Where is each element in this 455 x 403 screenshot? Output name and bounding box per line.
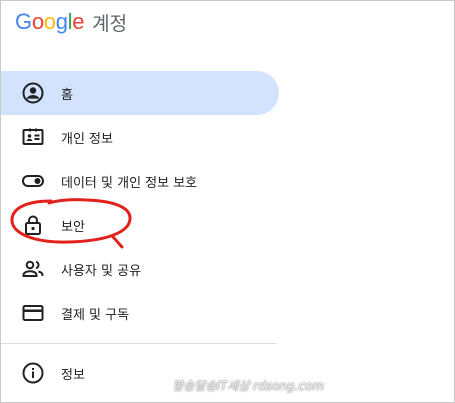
sidebar-item-payments[interactable]: 결제 및 구독 xyxy=(1,291,279,335)
toggle-icon xyxy=(21,169,45,193)
nav-divider xyxy=(1,343,277,344)
sidebar-item-label: 개인 정보 xyxy=(61,131,113,147)
info-icon xyxy=(21,361,45,385)
sidebar-item-label: 결제 및 구독 xyxy=(61,307,130,323)
app-header: Google 계정 xyxy=(15,7,127,37)
people-icon xyxy=(21,257,45,281)
sidebar-item-label: 사용자 및 공유 xyxy=(61,263,142,279)
home-person-icon xyxy=(21,81,45,105)
sidebar-item-label: 정보 xyxy=(61,367,85,383)
google-logo[interactable]: Google xyxy=(15,9,84,35)
sidebar-item-home[interactable]: 홈 xyxy=(1,71,279,115)
sidebar-item-label: 홈 xyxy=(61,87,73,103)
watermark: 항송달송IT세상 rdsong.com xyxy=(172,379,324,393)
credit-card-icon xyxy=(21,301,45,325)
sidebar-item-label: 데이터 및 개인 정보 보호 xyxy=(61,175,198,191)
sidebar-item-personal-info[interactable]: 개인 정보 xyxy=(1,115,279,159)
id-card-icon xyxy=(21,125,45,149)
red-circle-annotation xyxy=(10,198,132,249)
sidebar-item-people-sharing[interactable]: 사용자 및 공유 xyxy=(1,247,279,291)
product-name: 계정 xyxy=(92,12,128,35)
